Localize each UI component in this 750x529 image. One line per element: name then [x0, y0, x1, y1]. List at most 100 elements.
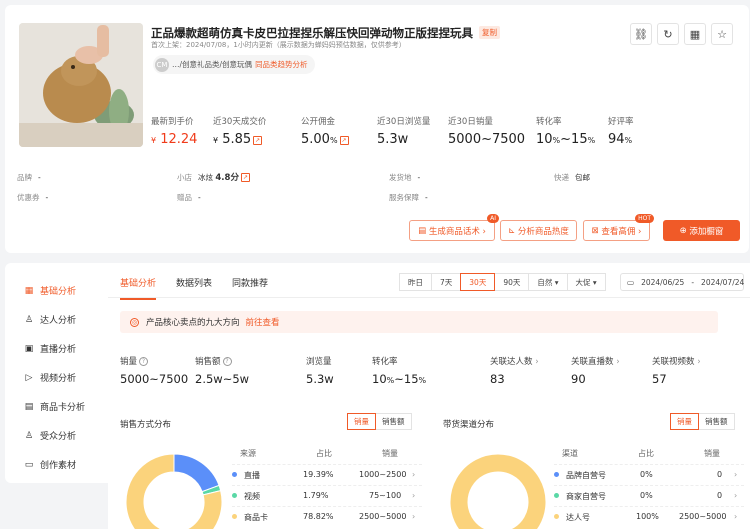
chart-icon: ▦ [24, 285, 34, 296]
metric-linked-videos[interactable]: 关联视频数 › 57 [652, 355, 701, 386]
table-header: 渠道 占比 销量 [562, 449, 720, 458]
stat-30d-views: 近30日浏览量 5.3w [377, 117, 431, 147]
main-panel: 基础分析 数据列表 同款推荐 昨日 7天 30天 90天 自然 ▾ 大促 ▾ ▭… [108, 263, 750, 529]
user-icon: ♙ [24, 314, 34, 325]
help-icon[interactable]: ? [222, 357, 232, 366]
metric-linked-lives[interactable]: 关联直播数 › 90 [571, 355, 620, 386]
trend-chart-icon[interactable]: ↗ [339, 136, 349, 145]
range-90d[interactable]: 90天 [494, 273, 530, 291]
date-range-group: 昨日 7天 30天 90天 自然 ▾ 大促 ▾ [399, 273, 606, 291]
divider [108, 297, 750, 298]
sales-dist-title: 销售方式分布 [120, 420, 172, 430]
help-icon[interactable]: ? [139, 357, 149, 366]
table-row[interactable]: 商品卡 78.82% 2500~5000 › [232, 506, 422, 527]
card-icon: ▤ [24, 401, 34, 412]
info-coupon: 优惠券 - [17, 193, 49, 202]
notice-link[interactable]: 前往查看 [246, 316, 280, 328]
donut-slice-达人号[interactable] [449, 453, 547, 529]
add-window-button[interactable]: ⊕ 添加橱窗 [663, 220, 740, 241]
star-icon[interactable]: ☆ [711, 23, 733, 45]
plus-icon: ⊕ [679, 225, 690, 236]
trend-chart-icon[interactable]: ↗ [253, 136, 263, 145]
table-row[interactable]: 视频 1.79% 75~100 › [232, 485, 422, 506]
table-row[interactable]: 商家自营号 0% 0 › [554, 485, 744, 506]
metric-views: 浏览量 5.3w [306, 357, 334, 386]
channel-dist-table: 渠道 占比 销量 品牌自营号 0% 0 › 商家自营号 0% 0 › 达人号 1… [554, 443, 744, 527]
info-shop: 小店 冰炫 4.8分 ↗ [177, 173, 250, 183]
info-gift: 赠品 - [177, 193, 201, 202]
toggle-channel-amount[interactable]: 销售额 [698, 413, 735, 430]
legend-dot [232, 514, 237, 519]
product-image[interactable] [19, 23, 143, 147]
top-icon-group: ⛓ ↻ ▦ ☆ [630, 23, 733, 45]
range-30d[interactable]: 30天 [460, 273, 496, 291]
qrcode-icon[interactable]: ▦ [684, 23, 706, 45]
toggle-sales-qty[interactable]: 销量 [347, 413, 376, 430]
audience-icon: ♙ [24, 430, 34, 441]
product-title: 正品爆款超萌仿真卡皮巴拉捏捏乐解压快回弹动物正版捏捏玩具 复制 [151, 25, 500, 41]
calendar-icon: ▭ [627, 277, 635, 287]
listing-info: 首次上架：2024/07/08，1小时内更新（展示数据为蝉妈妈预估数据，仅供参考… [151, 41, 406, 49]
stat-conversion: 转化率 10%~15% [536, 117, 596, 147]
legend-dot [232, 493, 237, 498]
compass-icon: ◎ [130, 317, 139, 327]
notice-bar: ◎ 产品核心卖点的九大方向 前往查看 [120, 311, 718, 333]
category-path: …/创意礼品类/创意玩偶 [172, 60, 253, 69]
metric-revenue: 销售额? 2.5w~5w [195, 357, 250, 386]
shop-name[interactable]: 冰炫 [198, 173, 213, 182]
legend-dot [554, 493, 559, 498]
category-chip: CM …/创意礼品类/创意玩偶 同品类趋势分析 [153, 55, 315, 74]
ai-badge: AI [487, 214, 499, 223]
refresh-icon[interactable]: ↻ [657, 23, 679, 45]
table-row[interactable]: 直播 19.39% 1000~2500 › [232, 464, 422, 485]
range-yesterday[interactable]: 昨日 [399, 273, 432, 291]
gift-icon: ⊠ [591, 225, 602, 236]
analyze-heat-button[interactable]: ⊾ 分析商品热度 [500, 220, 577, 241]
shop-avatar: CM [155, 57, 169, 72]
stat-30d-price: 近30天成交价 ¥ 5.85 ↗ [213, 117, 267, 147]
info-ship-from: 发货地 - [389, 173, 421, 182]
metric-sales: 销量? 5000~7500 [120, 357, 189, 386]
metric-linked-influencers[interactable]: 关联达人数 › 83 [490, 355, 539, 386]
channel-dist-title: 带货渠道分布 [443, 420, 495, 430]
channel-dist-toggle: 销量 销售额 [670, 413, 735, 430]
chart-icon: ⊾ [508, 225, 518, 236]
sales-dist-toggle: 销量 销售额 [347, 413, 412, 430]
legend-dot [554, 472, 559, 477]
sales-dist-donut [125, 453, 223, 529]
document-icon: ▤ [418, 225, 429, 236]
table-header: 来源 占比 销量 [240, 449, 398, 458]
range-promo-select[interactable]: 大促 ▾ [566, 273, 606, 291]
info-service: 服务保障 - [389, 193, 428, 202]
legend-dot [554, 514, 559, 519]
product-card: 正品爆款超萌仿真卡皮巴拉捏捏乐解压快回弹动物正版捏捏玩具 复制 首次上架：2024… [5, 5, 749, 253]
hot-badge: HOT [635, 214, 654, 223]
stat-30d-sales: 近30日销量 5000~7500 [448, 117, 526, 147]
stats-row: 最新到手价 ¥ 12.24 近30天成交价 ¥ 5.85 ↗ 公开佣金 5.00%… [151, 115, 671, 155]
sales-dist-table: 来源 占比 销量 直播 19.39% 1000~2500 › 视频 1.79% … [232, 443, 422, 527]
date-picker[interactable]: ▭ 2024/06/25 - 2024/07/24 [620, 273, 744, 291]
stat-commission: 公开佣金 5.00% ↗ [301, 117, 349, 147]
generate-copy-button[interactable]: ▤ 生成商品话术 › AI [409, 214, 499, 241]
range-natural-select[interactable]: 自然 ▾ [528, 273, 568, 291]
category-trend-link[interactable]: 同品类趋势分析 [255, 59, 308, 70]
info-express: 快递 包邮 [554, 173, 590, 182]
table-row[interactable]: 品牌自营号 0% 0 › [554, 464, 744, 485]
stat-latest-price: 最新到手价 ¥ 12.24 [151, 117, 198, 147]
table-row[interactable]: 达人号 100% 2500~5000 › [554, 506, 744, 527]
legend-dot [232, 472, 237, 477]
toggle-sales-amount[interactable]: 销售额 [375, 413, 412, 430]
view-commission-button[interactable]: ⊠ 查看高佣 › HOT [583, 214, 654, 241]
metric-conversion: 转化率 10%~15% [372, 357, 427, 386]
play-icon: ▷ [25, 372, 33, 383]
folder-icon: ▭ [24, 459, 34, 470]
copy-button[interactable]: 复制 [479, 26, 500, 39]
link-icon[interactable]: ⛓ [630, 23, 652, 45]
live-icon: ▣ [24, 343, 34, 354]
donut-slice-直播[interactable] [173, 453, 220, 493]
toggle-channel-qty[interactable]: 销量 [670, 413, 699, 430]
range-7d[interactable]: 7天 [431, 273, 462, 291]
stat-positive-rate: 好评率 94% [608, 117, 634, 147]
info-brand: 品牌 - [17, 173, 41, 182]
trend-chart-icon[interactable]: ↗ [240, 173, 250, 182]
